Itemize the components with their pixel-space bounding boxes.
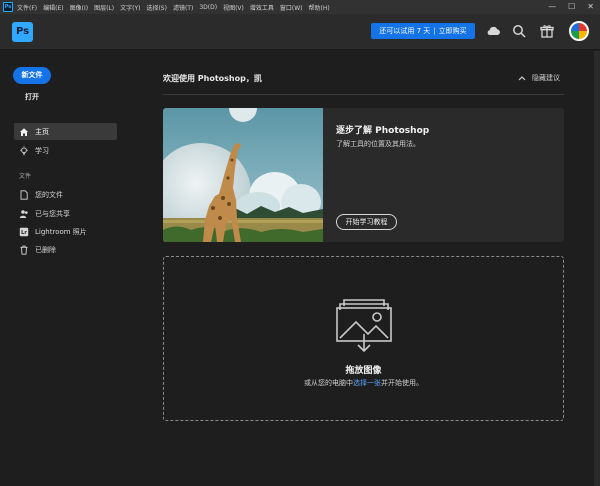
menu-file[interactable]: 文件(F) [17,3,37,12]
drop-title: 拖放图像 [345,366,382,376]
sidebar-item-label: 您的文件 [35,190,63,199]
header-divider [163,94,564,95]
menu-select[interactable]: 选择(S) [146,3,167,12]
scrollbar-track[interactable] [594,51,600,486]
lightbulb-icon [19,145,29,156]
trial-separator: | [433,27,436,35]
sidebar-item-label: Lightroom 照片 [35,227,87,236]
drop-subtitle-after: 并开始使用。 [381,379,423,387]
sidebar-item-label: 学习 [35,146,49,155]
buy-now-link[interactable]: 立即购买 [439,26,467,36]
sidebar-item-label: 已删除 [35,245,56,254]
select-file-link[interactable]: 选择一张 [353,379,381,387]
trial-days-text: 还可以试用 7 天 [379,27,431,35]
menu-help[interactable]: 帮助(H) [309,3,330,12]
lightroom-icon: Lr [19,227,29,237]
top-toolbar: Ps 还可以试用 7 天 | 立即购买 [0,14,600,50]
image-upload-icon [336,299,392,353]
svg-text:Lr: Lr [21,230,27,236]
learn-card: 逐步了解 Photoshop 了解工具的位置及其用法。 开始学习教程 [163,108,564,242]
sidebar-item-lightroom[interactable]: Lr Lightroom 照片 [14,223,117,240]
giraffe-moon-image [163,108,323,242]
sidebar-item-home[interactable]: 主页 [14,123,117,140]
app-icon-small: Ps [3,2,13,12]
minimize-button[interactable]: — [548,0,556,14]
sidebar-item-learn[interactable]: 学习 [14,142,117,159]
hide-suggestions-button[interactable]: 隐藏建议 [518,73,560,83]
card-description: 了解工具的位置及其用法。 [336,140,420,148]
avatar[interactable] [569,21,589,41]
files-section-label: 文件 [19,173,32,180]
sidebar-item-deleted[interactable]: 已删除 [14,241,117,258]
menu-filter[interactable]: 滤镜(T) [173,3,193,12]
menu-edit[interactable]: 编辑(E) [43,3,63,12]
menu-image[interactable]: 图像(I) [70,3,88,12]
gift-icon[interactable] [539,23,555,39]
trash-icon [19,245,29,255]
menu-view[interactable]: 视图(V) [223,3,244,12]
document-icon [19,189,29,200]
new-file-button[interactable]: 新文件 [13,67,51,84]
card-title: 逐步了解 Photoshop [336,126,430,136]
photoshop-logo[interactable]: Ps [12,22,33,42]
search-icon[interactable] [511,23,527,39]
menu-3d[interactable]: 3D(D) [199,4,217,11]
drop-zone[interactable]: 拖放图像 或从您的电脑中选择一张并开始使用。 [163,256,564,421]
sidebar-item-your-files[interactable]: 您的文件 [14,186,117,203]
window-controls: — ☐ ✕ [548,0,594,14]
menu-plugins[interactable]: 增效工具 [250,3,274,12]
hide-suggestions-label: 隐藏建议 [532,74,560,82]
start-tutorial-button[interactable]: 开始学习教程 [336,214,397,230]
chevron-up-icon [518,76,526,81]
maximize-button[interactable]: ☐ [568,0,575,14]
shared-users-icon [19,209,29,219]
open-button[interactable]: 打开 [25,92,39,102]
welcome-heading: 欢迎使用 Photoshop，凯 [163,74,262,83]
close-button[interactable]: ✕ [587,0,594,14]
sidebar: 新文件 打开 主页 学习 文件 您的文件 已与您共享 Lr Lightroom … [0,51,130,486]
home-content: 欢迎使用 Photoshop，凯 隐藏建议 逐步了解 Photoshop 了解工… [130,51,600,486]
trial-buy-button[interactable]: 还可以试用 7 天 | 立即购买 [371,23,475,39]
drop-subtitle-before: 或从您的电脑中 [304,379,353,387]
home-icon [19,127,29,137]
sidebar-item-label: 已与您共享 [35,209,70,218]
cloud-icon[interactable] [485,23,501,39]
menu-layer[interactable]: 图层(L) [94,3,114,12]
sidebar-item-label: 主页 [35,127,49,136]
menu-type[interactable]: 文字(Y) [120,3,140,12]
menu-bar: Ps 文件(F) 编辑(E) 图像(I) 图层(L) 文字(Y) 选择(S) 滤… [0,0,600,14]
menu-window[interactable]: 窗口(W) [280,3,303,12]
drop-subtitle: 或从您的电脑中选择一张并开始使用。 [164,378,563,388]
sidebar-item-shared[interactable]: 已与您共享 [14,205,117,222]
